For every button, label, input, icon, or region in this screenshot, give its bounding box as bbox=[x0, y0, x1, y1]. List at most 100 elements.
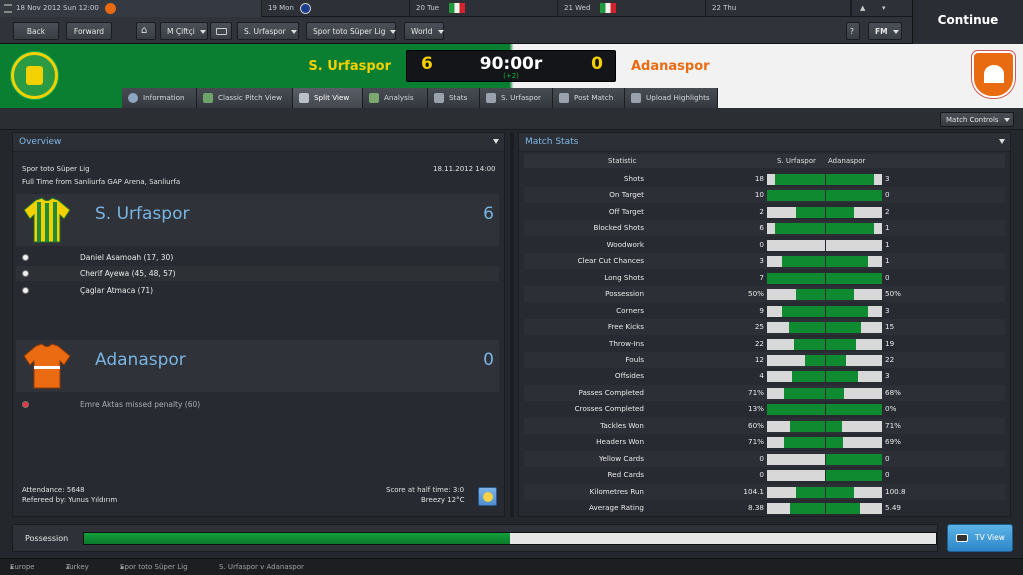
toolbar bbox=[0, 108, 1023, 130]
stat-away-value: 2 bbox=[885, 206, 890, 216]
stat-home-bar bbox=[767, 437, 825, 449]
possession-label: Possession bbox=[25, 534, 69, 543]
stat-away-value: 0 bbox=[885, 272, 890, 282]
help-button[interactable]: ? bbox=[846, 22, 860, 40]
calendar-more-icon[interactable]: ▾ bbox=[882, 0, 886, 17]
stat-name: Throw-Ins bbox=[608, 338, 644, 348]
tv-view-label: TV View bbox=[975, 533, 1005, 542]
home-team-score: 6 bbox=[483, 204, 494, 224]
stat-away-bar bbox=[826, 387, 882, 399]
competition-menu[interactable]: Spor toto Süper Lig bbox=[306, 22, 397, 40]
breadcrumb-item[interactable]: Spor toto Süper Lig ▴ bbox=[120, 559, 188, 575]
stat-home-value: 10 bbox=[754, 190, 764, 200]
manager-menu[interactable]: M Çiftçi bbox=[160, 22, 208, 40]
overview-competition[interactable]: Spor toto Süper Lig bbox=[22, 165, 90, 173]
tab-split-view[interactable]: Split View bbox=[293, 88, 363, 108]
tab-label: S. Urfaspor bbox=[501, 93, 541, 102]
calendar-day[interactable]: 20 Tue bbox=[410, 0, 558, 17]
tab-analysis[interactable]: Analysis bbox=[363, 88, 428, 108]
stat-away-fill bbox=[826, 190, 882, 202]
stat-home-fill bbox=[767, 404, 825, 416]
tab-team[interactable]: S. Urfaspor bbox=[480, 88, 553, 108]
stats-row: Throw-Ins 22 19 bbox=[524, 336, 1005, 352]
stat-away-bar bbox=[826, 256, 882, 268]
stat-home-fill bbox=[793, 338, 825, 350]
overview-panel: Overview bbox=[12, 132, 505, 517]
panel-divider[interactable] bbox=[510, 132, 514, 517]
stat-away-bar bbox=[826, 223, 882, 235]
stat-home-value: 3 bbox=[759, 256, 764, 266]
stat-away-value: 0 bbox=[885, 453, 890, 463]
tab-post-match[interactable]: Post Match bbox=[553, 88, 625, 108]
forward-button[interactable]: Forward bbox=[66, 22, 112, 40]
chevron-down-icon bbox=[1003, 118, 1010, 122]
stat-away-value: 0% bbox=[885, 404, 897, 414]
chevron-down-icon bbox=[390, 30, 397, 34]
fm-menu[interactable]: FM bbox=[868, 22, 902, 40]
stat-name: Blocked Shots bbox=[593, 223, 644, 233]
away-team-title[interactable]: Adanaspor bbox=[95, 350, 186, 370]
inbox-button[interactable] bbox=[210, 22, 232, 40]
home-team-title[interactable]: S. Urfaspor bbox=[95, 204, 189, 224]
match-screen: 18 Nov 2012 Sun 12:00 19 Mon 20 Tue 21 W… bbox=[0, 0, 1023, 575]
stat-name: Long Shots bbox=[604, 272, 644, 282]
stat-away-fill bbox=[826, 338, 857, 350]
navigation-bar: Back Forward ⌂ M Çiftçi S. Urfaspor Spor… bbox=[0, 17, 912, 44]
stat-away-value: 50% bbox=[885, 289, 901, 299]
world-menu[interactable]: World bbox=[404, 22, 444, 40]
stats-row: Free Kicks 25 15 bbox=[524, 319, 1005, 336]
calendar-day[interactable]: 22 Thu bbox=[706, 0, 851, 17]
continue-button[interactable]: Continue bbox=[912, 0, 1023, 44]
stats-column-home[interactable]: S. Urfaspor bbox=[777, 154, 816, 168]
calendar-scroll-up-icon[interactable]: ▲ bbox=[860, 0, 865, 17]
crest-emblem bbox=[984, 65, 1004, 83]
panel-menu-icon[interactable] bbox=[999, 139, 1005, 144]
home-button[interactable]: ⌂ bbox=[136, 22, 156, 40]
stats-row: Tackles Won 60% 71% bbox=[524, 417, 1005, 434]
stat-home-bar bbox=[767, 503, 825, 514]
possession-bar-container: Possession bbox=[12, 524, 938, 552]
tab-upload-highlights[interactable]: Upload Highlights bbox=[625, 88, 718, 108]
calendar-day[interactable]: 21 Wed bbox=[558, 0, 706, 17]
stats-column-away[interactable]: Adanaspor bbox=[828, 154, 865, 168]
tab-information[interactable]: Information bbox=[122, 88, 197, 108]
competition-menu-label: Spor toto Süper Lig bbox=[313, 27, 386, 36]
stat-away-fill bbox=[826, 174, 875, 185]
goal-event[interactable]: Çaglar Atmaca (71) bbox=[16, 283, 499, 298]
home-icon: ⌂ bbox=[141, 25, 148, 36]
club-menu[interactable]: S. Urfaspor bbox=[237, 22, 299, 40]
stat-home-fill bbox=[775, 174, 825, 185]
breadcrumb-item[interactable]: Europe ▴ bbox=[10, 559, 35, 575]
calendar-day[interactable]: 19 Mon bbox=[262, 0, 410, 17]
stat-home-bar bbox=[767, 206, 825, 218]
stat-away-bar bbox=[826, 420, 882, 432]
stat-home-fill bbox=[790, 420, 825, 432]
breadcrumb-item[interactable]: Turkey ▴ bbox=[66, 559, 89, 575]
goal-event[interactable]: Daniel Asamoah (17, 30) bbox=[16, 250, 499, 265]
stat-home-fill bbox=[781, 305, 825, 317]
stat-name: Free Kicks bbox=[607, 322, 644, 332]
match-controls-button[interactable]: Match Controls bbox=[940, 112, 1014, 127]
referee[interactable]: Refereed by: Yunus Yıldırım bbox=[22, 496, 117, 504]
match-clock: 90:00r bbox=[479, 54, 543, 74]
stat-away-value: 1 bbox=[885, 223, 890, 233]
missed-penalty-event[interactable]: Emre Aktas missed penalty (60) bbox=[16, 397, 499, 412]
goal-event[interactable]: Cherif Ayewa (45, 48, 57) bbox=[16, 266, 499, 281]
home-team-name[interactable]: S. Urfaspor bbox=[236, 59, 391, 74]
tv-view-button[interactable]: TV View bbox=[947, 524, 1013, 552]
tab-classic-pitch-view[interactable]: Classic Pitch View bbox=[197, 88, 293, 108]
stat-name: Headers Won bbox=[596, 437, 644, 447]
possession-home-fill bbox=[84, 533, 510, 544]
club-menu-label: S. Urfaspor bbox=[244, 27, 286, 36]
stats-row: Red Cards 0 0 bbox=[524, 467, 1005, 483]
stat-home-bar bbox=[767, 371, 825, 383]
stat-home-fill bbox=[767, 190, 825, 202]
panel-menu-icon[interactable] bbox=[493, 139, 499, 144]
stats-column-statistic[interactable]: Statistic bbox=[608, 154, 636, 168]
stat-away-value: 1 bbox=[885, 239, 890, 249]
tab-stats[interactable]: Stats bbox=[428, 88, 480, 108]
tv-icon bbox=[956, 534, 968, 542]
back-button[interactable]: Back bbox=[13, 22, 59, 40]
calendar-current-date[interactable]: 18 Nov 2012 Sun 12:00 bbox=[0, 0, 262, 17]
away-team-name[interactable]: Adanaspor bbox=[631, 59, 771, 74]
